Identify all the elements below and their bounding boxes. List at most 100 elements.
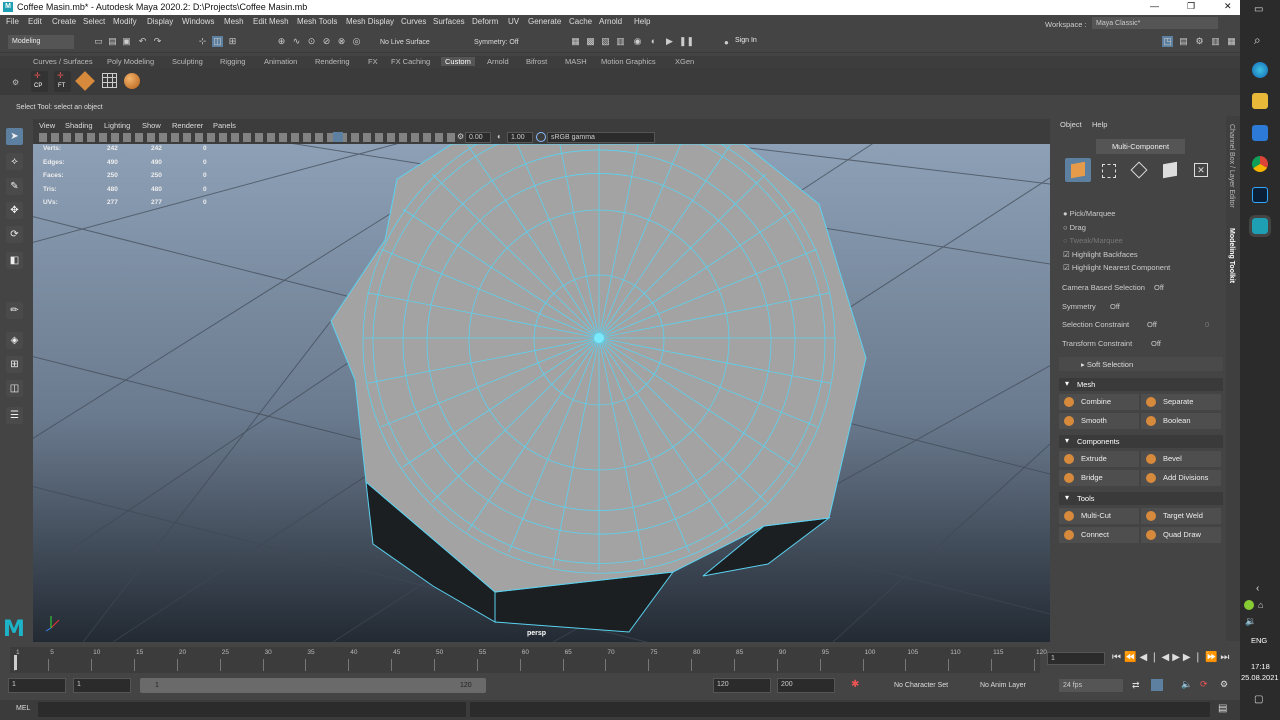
command-input[interactable] [38, 702, 466, 717]
snap-grid-icon[interactable]: ⊕ [276, 36, 287, 47]
face-mode-icon[interactable] [1163, 161, 1177, 179]
sound-icon[interactable]: 🔈 [1181, 679, 1192, 690]
panel-menu-view[interactable]: View [39, 121, 55, 130]
panel-menu-object[interactable]: Object [1060, 120, 1082, 129]
soft-selection-header[interactable]: ▸ Soft Selection [1059, 357, 1223, 371]
bridge-button[interactable]: Bridge [1059, 470, 1139, 486]
arnold-pause-icon[interactable]: ❚❚ [679, 36, 694, 47]
key-prefs-icon[interactable]: ⚙ [1220, 679, 1228, 690]
shelf-tab-rendering[interactable]: Rendering [315, 57, 350, 66]
photoshop-icon[interactable] [1252, 187, 1268, 203]
anim-layer-dropdown[interactable]: No Anim Layer [980, 682, 1026, 689]
multi-cut-button[interactable]: Multi-Cut [1059, 508, 1139, 524]
smooth-button[interactable]: Smooth [1059, 413, 1139, 429]
shelf-tab-animation[interactable]: Animation [264, 57, 297, 66]
open-scene-icon[interactable]: ▤ [107, 36, 118, 47]
panel-tool-icons[interactable] [39, 133, 459, 142]
menu-generate[interactable]: Generate [528, 17, 561, 26]
shelf-tab-fx[interactable]: FX [368, 57, 378, 66]
time-slider[interactable]: 1 5 10 15 20 25 30 35 40 45 50 55 60 65 70 75 80 85 90 95 10… [0, 647, 1240, 673]
channel-box-tab[interactable]: Channel Box / Layer Editor [1228, 124, 1235, 208]
shelf-tab-motion-graphics[interactable]: Motion Graphics [601, 57, 656, 66]
sign-in-dropdown[interactable]: Sign In [732, 35, 800, 49]
minimize-button[interactable]: — [1150, 1, 1159, 11]
menu-cache[interactable]: Cache [569, 17, 592, 26]
menu-edit-mesh[interactable]: Edit Mesh [253, 17, 289, 26]
maximize-button[interactable]: ❐ [1187, 1, 1195, 12]
action-center-icon[interactable]: ▢ [1254, 694, 1263, 705]
symmetry-setting-value[interactable]: Off [1110, 302, 1120, 311]
language-indicator[interactable]: ENG [1251, 636, 1267, 645]
playback-start-field[interactable]: 1 [73, 678, 131, 693]
attribute-editor-toggle-icon[interactable]: ▤ [1178, 36, 1189, 47]
mesh-section-header[interactable]: Mesh [1059, 378, 1223, 391]
menu-set-dropdown[interactable]: Modeling [8, 35, 74, 49]
paint-select-icon[interactable]: ✎ [6, 178, 23, 195]
fps-dropdown[interactable]: 24 fps [1059, 679, 1123, 692]
mel-label[interactable]: MEL [16, 705, 30, 712]
shelf-cp-button[interactable]: CP ✛ [31, 71, 48, 92]
color-management-icon[interactable] [536, 132, 546, 142]
show-hidden-icons[interactable]: ‹ [1256, 583, 1259, 594]
hypershade-icon[interactable]: ◉ [632, 36, 643, 47]
gamma-field[interactable]: 1.00 [507, 132, 533, 143]
shelf-options-icon[interactable]: ⚙ [12, 78, 19, 87]
shelf-sphere-icon[interactable] [124, 73, 140, 89]
shelf-tab-curves-surfaces[interactable]: Curves / Surfaces [33, 57, 93, 66]
add-divisions-button[interactable]: Add Divisions [1141, 470, 1221, 486]
exposure-field[interactable]: 0.00 [465, 132, 491, 143]
perspective-viewport[interactable]: Verts: 242 242 0 Edges: 490 490 0 Faces: 250 250 0 T… [33, 144, 1050, 642]
shelf-diamond-icon[interactable] [75, 71, 95, 91]
render-view-icon[interactable]: ▦ [570, 36, 581, 47]
menu-mesh[interactable]: Mesh [224, 17, 244, 26]
loop-icon[interactable]: ⇄ [1132, 680, 1140, 691]
panel-menu-renderer[interactable]: Renderer [172, 121, 203, 130]
menu-curves[interactable]: Curves [401, 17, 426, 26]
shelf-grid-icon[interactable] [102, 73, 117, 88]
panel-menu-panels[interactable]: Panels [213, 121, 236, 130]
panel-menu-lighting[interactable]: Lighting [104, 121, 130, 130]
four-view-icon[interactable]: ⊞ [6, 356, 23, 373]
snap-point-icon[interactable]: ⊙ [306, 36, 317, 47]
volume-icon[interactable]: 🔉 [1245, 616, 1256, 627]
menu-mesh-display[interactable]: Mesh Display [346, 17, 394, 26]
color-space-dropdown[interactable]: sRGB gamma [547, 132, 655, 143]
ipr-render-icon[interactable]: ▧ [600, 36, 611, 47]
edge-icon[interactable] [1252, 62, 1268, 78]
time-slider-track[interactable]: 1 5 10 15 20 25 30 35 40 45 50 55 60 65 70 75 80 85 90 95 10… [10, 647, 1047, 673]
panel-menu-help[interactable]: Help [1092, 120, 1107, 129]
redo-icon[interactable]: ↷ [152, 36, 163, 47]
undo-icon[interactable]: ↶ [137, 36, 148, 47]
channel-box-toggle-icon[interactable]: ▥ [1210, 36, 1221, 47]
menu-file[interactable]: File [6, 17, 19, 26]
symmetry-label[interactable]: Symmetry: Off [474, 39, 519, 46]
notifications-icon[interactable]: ▭ [1254, 4, 1263, 15]
move-tool-icon[interactable]: ✥ [6, 202, 23, 219]
render-frame-icon[interactable]: ▩ [585, 36, 596, 47]
arnold-render-icon[interactable]: ◐ [648, 36, 659, 47]
search-icon[interactable]: ⌕ [1254, 33, 1261, 48]
multi-component-button[interactable]: Multi-Component [1096, 139, 1185, 154]
modeling-toolkit-toggle-icon[interactable]: ◳ [1162, 36, 1173, 47]
last-tool-icon[interactable]: ✏ [6, 302, 23, 319]
edge-mode-icon[interactable] [1130, 161, 1148, 179]
file-explorer-icon[interactable] [1252, 93, 1268, 109]
shelf-tab-mash[interactable]: MASH [565, 57, 587, 66]
save-scene-icon[interactable]: ▣ [121, 36, 132, 47]
range-bar[interactable] [140, 678, 486, 693]
single-view-icon[interactable]: ◈ [6, 332, 23, 349]
shelf-tab-xgen[interactable]: XGen [675, 57, 694, 66]
shelf-tab-sculpting[interactable]: Sculpting [172, 57, 203, 66]
render-settings-icon[interactable]: ▥ [615, 36, 626, 47]
select-object-icon[interactable]: ◫ [212, 36, 223, 47]
panel-menu-show[interactable]: Show [142, 121, 161, 130]
exposure-icon[interactable]: ⚙ [457, 132, 464, 141]
chrome-icon[interactable] [1252, 156, 1268, 172]
select-tool-icon[interactable]: ➤ [6, 128, 23, 145]
boolean-button[interactable]: Boolean [1141, 413, 1221, 429]
current-frame-field[interactable]: 1 [1047, 652, 1105, 665]
playback-controls[interactable]: ⏮⏪◀❘◀▶▶❘⏩⏭ [1112, 652, 1232, 663]
menu-modify[interactable]: Modify [113, 17, 137, 26]
components-section-header[interactable]: Components [1059, 435, 1223, 448]
two-view-icon[interactable]: ◫ [6, 380, 23, 397]
